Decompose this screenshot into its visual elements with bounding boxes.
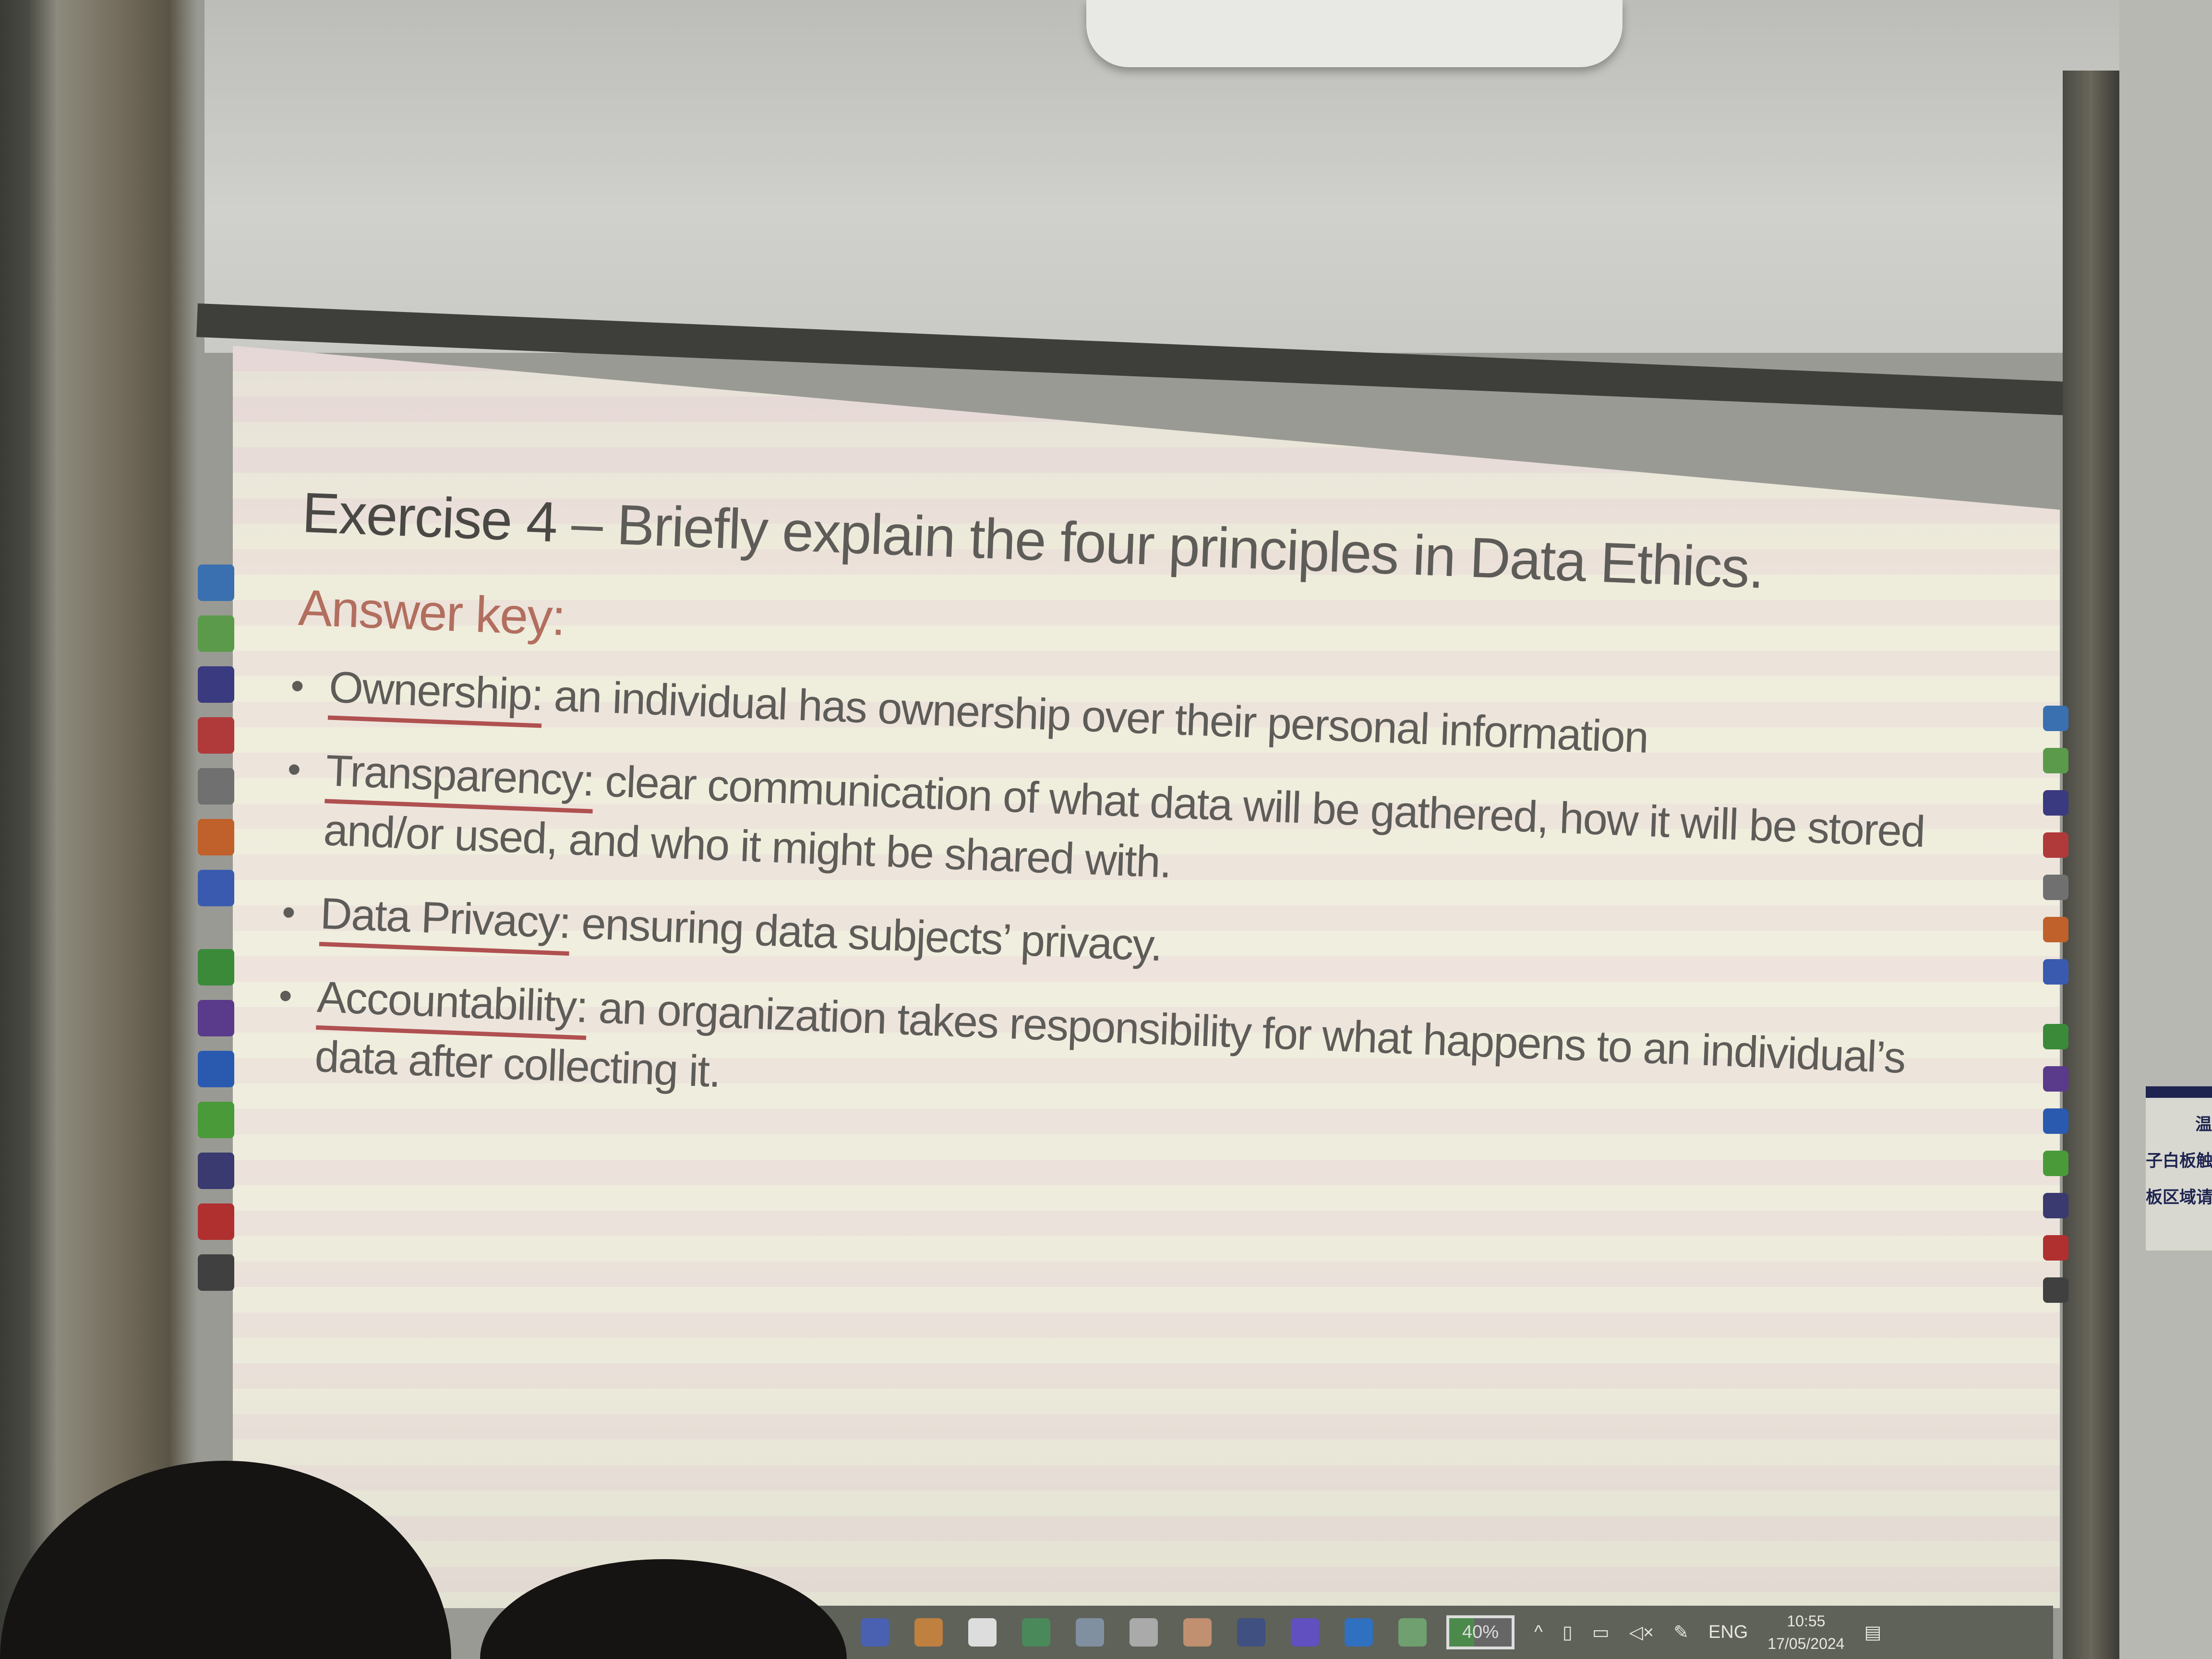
screen-icon[interactable] [1076, 1618, 1104, 1647]
term: Ownership: [328, 662, 544, 720]
toolbar-button-icon[interactable] [2043, 875, 2068, 900]
principles-list: Ownership: an individual has ownership o… [280, 656, 2005, 1151]
toolbar-button-icon[interactable] [2043, 1193, 2068, 1218]
clock[interactable]: 10:55 17/05/2024 [1767, 1610, 1844, 1655]
toolbar-button-icon[interactable] [198, 666, 234, 703]
grid-icon[interactable] [1398, 1618, 1427, 1647]
term: Data Privacy: [319, 889, 571, 948]
skype-icon[interactable] [1345, 1618, 1373, 1647]
toolbar-button-icon[interactable] [198, 1203, 234, 1240]
toolbar-button-icon[interactable] [2043, 1108, 2068, 1134]
toolbar-button-icon[interactable] [2043, 1024, 2068, 1049]
toolbar-button-icon[interactable] [2043, 790, 2068, 816]
toolbar-button-icon[interactable] [198, 1102, 234, 1138]
pen-icon[interactable]: ✎ [1673, 1622, 1689, 1643]
toolbar-button-icon[interactable] [198, 1000, 234, 1036]
photo-scene: 温 子白板触控 板区域请用 Exercise 4 – Briefly expla… [0, 0, 2212, 1659]
toolbar-button-icon[interactable] [2043, 1151, 2068, 1176]
color-icon[interactable] [914, 1618, 943, 1647]
toolbar-button-icon[interactable] [198, 1254, 234, 1291]
pen-icon[interactable] [1130, 1618, 1158, 1647]
mute-icon[interactable]: ◁× [1629, 1622, 1654, 1643]
m-icon[interactable] [968, 1618, 997, 1647]
touch-icon[interactable]: ▯ [1563, 1622, 1573, 1643]
toolbar-button-icon[interactable] [198, 1153, 234, 1189]
media-icon[interactable] [1022, 1618, 1050, 1647]
toolbar-button-icon[interactable] [198, 565, 234, 601]
toolbar-button-icon[interactable] [2043, 1066, 2068, 1092]
toolbar-button-icon[interactable] [2043, 1277, 2068, 1303]
sign-line: 子白板触控 [2146, 1152, 2212, 1170]
paint-icon[interactable] [1183, 1618, 1212, 1647]
definition: an individual has ownership over their p… [541, 671, 1649, 762]
teams-icon[interactable] [861, 1618, 889, 1647]
sign-line: 温 [2195, 1115, 2212, 1134]
exercise-label: Exercise 4 [301, 481, 558, 554]
toolbar-button-icon[interactable] [198, 768, 234, 805]
display-icon[interactable]: ▭ [1592, 1622, 1610, 1643]
toolbar-button-icon[interactable] [2043, 832, 2068, 858]
time: 10:55 [1787, 1612, 1826, 1630]
chevron-up-icon[interactable]: ^ [1534, 1622, 1543, 1643]
zoom-icon[interactable] [1291, 1618, 1319, 1647]
toolbar-button-icon[interactable] [198, 949, 234, 986]
toolbar-button-icon[interactable] [198, 615, 234, 652]
toolbar-button-icon[interactable] [198, 870, 234, 906]
battery-indicator[interactable]: 40% [1446, 1615, 1515, 1649]
toolbar-button-icon[interactable] [2043, 748, 2068, 773]
toolbar-button-icon[interactable] [198, 1051, 234, 1087]
shield-icon[interactable] [1237, 1618, 1265, 1647]
date: 17/05/2024 [1767, 1635, 1845, 1652]
wall [2119, 0, 2212, 1659]
toolbar-button-icon[interactable] [2043, 917, 2068, 942]
definition: ensuring data subjects’ privacy. [569, 899, 1163, 971]
toolbar-button-icon[interactable] [2043, 1235, 2068, 1261]
language-indicator[interactable]: ENG [1708, 1622, 1748, 1643]
slide-content: Exercise 4 – Briefly explain the four pr… [279, 480, 2011, 1175]
wall-sign: 温 子白板触控 板区域请用 [2146, 1086, 2212, 1250]
toolbar-button-icon[interactable] [198, 717, 234, 754]
sign-line: 板区域请用 [2146, 1188, 2212, 1207]
notification-icon[interactable]: ▤ [1864, 1622, 1881, 1643]
taskbar: 40% ^ ▯ ▭ ◁× ✎ ENG 10:55 17/05/2024 ▤ [790, 1606, 2053, 1659]
toolbar-button-icon[interactable] [198, 819, 234, 855]
toolbar-button-icon[interactable] [2043, 959, 2068, 985]
projector [1086, 0, 1623, 67]
term: Transparency: [325, 746, 595, 805]
term: Accountability: [316, 972, 589, 1032]
taskbar-apps [861, 1618, 1427, 1647]
toolbar-button-icon[interactable] [2043, 706, 2068, 731]
board-frame [2063, 71, 2119, 1659]
